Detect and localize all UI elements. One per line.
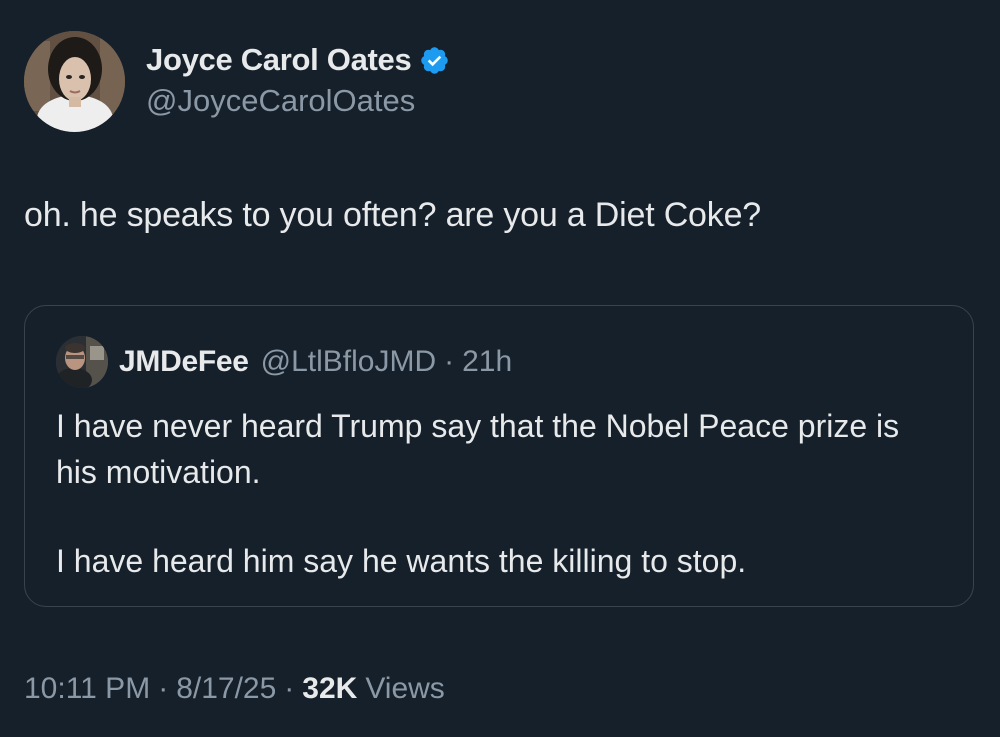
author-name[interactable]: Joyce Carol Oates (146, 42, 412, 78)
tweet: Joyce Carol Oates @JoyceCarolOates oh. h… (0, 0, 1000, 737)
views-label[interactable]: Views (365, 672, 444, 706)
tweet-meta-row: 10:11 PM · 8/17/25 · 32K Views (24, 671, 445, 707)
quoted-author-name[interactable]: JMDeFee (119, 345, 249, 379)
author-handle[interactable]: @JoyceCarolOates (146, 83, 415, 119)
meta-separator-dot: · (158, 672, 169, 705)
quoted-paragraph-1: I have never heard Trump say that the No… (56, 408, 900, 490)
quoted-author-handle[interactable]: @LtlBfloJMD (261, 345, 437, 379)
quoted-tweet-header: JMDeFee @LtlBfloJMD · 21h (119, 344, 512, 380)
quoted-paragraph-2: I have heard him say he wants the killin… (56, 543, 747, 579)
tweet-text: oh. he speaks to you often? are you a Di… (24, 196, 761, 234)
verified-badge-icon (419, 45, 450, 76)
quoted-timestamp[interactable]: 21h (462, 345, 512, 379)
author-avatar[interactable] (24, 31, 125, 132)
tweet-time[interactable]: 10:11 PM (24, 672, 150, 706)
meta-separator-dot: · (284, 672, 295, 705)
quoted-tweet-text: I have never heard Trump say that the No… (56, 403, 936, 584)
author-avatar-image (24, 31, 125, 132)
tweet-date[interactable]: 8/17/25 (176, 672, 276, 706)
views-count[interactable]: 32K (302, 672, 357, 706)
quoted-separator-dot: · (444, 345, 455, 378)
quoted-tweet-card[interactable]: JMDeFee @LtlBfloJMD · 21h I have never h… (24, 305, 974, 607)
author-name-row: Joyce Carol Oates (146, 40, 450, 80)
quoted-author-avatar-image (56, 336, 108, 388)
quoted-author-avatar[interactable] (56, 336, 108, 388)
